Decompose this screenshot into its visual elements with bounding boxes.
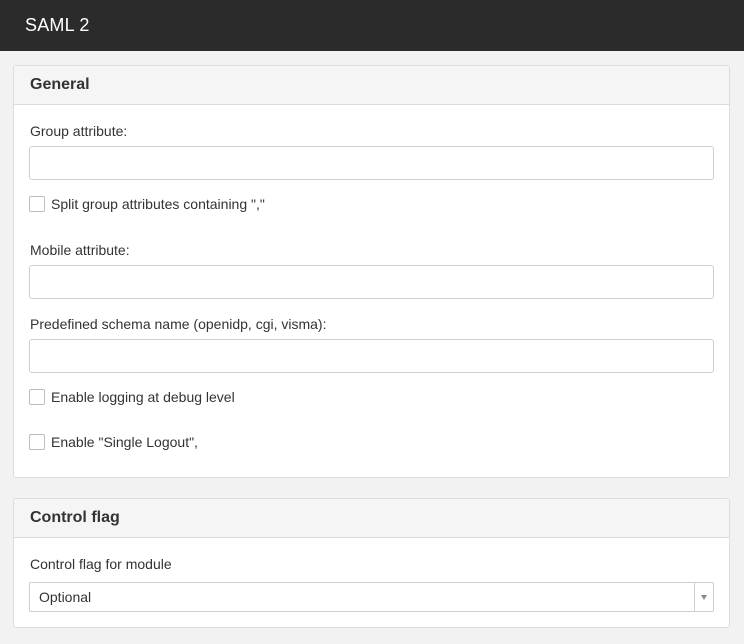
schema-name-input[interactable]: [29, 339, 714, 373]
mobile-attribute-label: Mobile attribute:: [30, 242, 130, 258]
single-logout-label: Enable "Single Logout",: [51, 434, 198, 450]
group-attribute-label: Group attribute:: [30, 123, 128, 139]
select-arrow[interactable]: [694, 583, 713, 611]
split-group-option[interactable]: Split group attributes containing ",": [29, 196, 265, 212]
single-logout-option[interactable]: Enable "Single Logout",: [29, 434, 198, 450]
control-flag-panel: Control flag Control flag for module Opt…: [13, 498, 730, 628]
debug-logging-label: Enable logging at debug level: [51, 389, 235, 405]
debug-logging-checkbox[interactable]: [29, 389, 45, 405]
group-attribute-input[interactable]: [29, 146, 714, 180]
general-panel: General Group attribute: Split group att…: [13, 65, 730, 478]
control-flag-selected-value: Optional: [39, 589, 92, 605]
control-flag-panel-heading: Control flag: [14, 499, 729, 538]
control-flag-select[interactable]: Optional: [29, 582, 714, 612]
debug-logging-option[interactable]: Enable logging at debug level: [29, 389, 235, 405]
chevron-down-icon: [701, 594, 707, 600]
single-logout-checkbox[interactable]: [29, 434, 45, 450]
page-title: SAML 2: [25, 15, 90, 35]
schema-name-label: Predefined schema name (openidp, cgi, vi…: [30, 316, 327, 332]
general-heading: General: [30, 76, 90, 93]
split-group-checkbox[interactable]: [29, 196, 45, 212]
top-bar: SAML 2: [0, 0, 744, 51]
general-panel-heading: General: [14, 66, 729, 105]
split-group-label: Split group attributes containing ",": [51, 196, 265, 212]
control-flag-label: Control flag for module: [30, 556, 172, 572]
control-flag-heading: Control flag: [30, 509, 120, 526]
mobile-attribute-input[interactable]: [29, 265, 714, 299]
